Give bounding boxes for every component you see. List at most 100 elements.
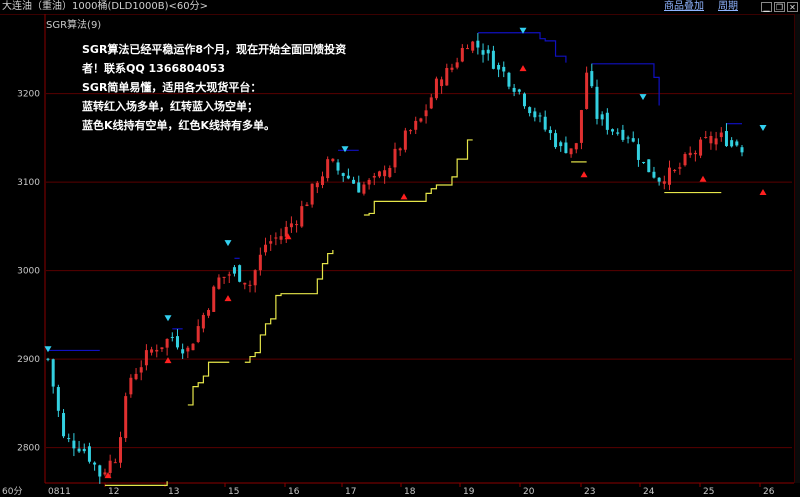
candle-body [279, 236, 283, 240]
candle [243, 282, 247, 290]
candle-body [445, 67, 449, 86]
candle-body [424, 110, 428, 117]
candle [636, 138, 640, 167]
candle [175, 328, 179, 350]
candle [336, 159, 340, 175]
buy-signal-marker [224, 295, 232, 302]
candle-body [491, 50, 495, 69]
candle-body [388, 168, 392, 177]
candle [300, 200, 304, 228]
sell-signal-marker [341, 146, 349, 153]
candle [284, 220, 288, 243]
candle-body [289, 223, 293, 228]
candle [574, 142, 578, 154]
candle [144, 344, 148, 371]
candle [134, 368, 138, 381]
candle [352, 176, 356, 184]
sell-signal-marker [639, 94, 647, 101]
candle [201, 312, 205, 333]
candle-body [714, 138, 718, 145]
candle-body [403, 130, 407, 150]
candle-body [258, 254, 262, 271]
candle [274, 232, 278, 246]
candle-body [72, 440, 76, 449]
candle-body [77, 448, 81, 452]
candle [590, 63, 594, 89]
scrollbar[interactable] [794, 14, 800, 483]
x-tick-label: 15 [228, 487, 239, 497]
strategy-annotation: SGR算法已经平稳运作8个月，现在开始全面回馈投资 者！联系QQ 1366804… [82, 40, 382, 135]
candle [310, 183, 314, 208]
candle-body [440, 79, 444, 87]
candle [730, 137, 734, 148]
candle [533, 107, 537, 122]
candle [46, 357, 50, 362]
candle-body [683, 154, 687, 166]
candle [699, 137, 703, 159]
candle-body [201, 314, 205, 329]
candle-body [559, 142, 563, 147]
candle [82, 443, 86, 454]
candle [398, 147, 402, 156]
candle [569, 148, 573, 158]
candle-body [522, 93, 526, 107]
long-stop-line [187, 361, 230, 406]
candle [440, 76, 444, 94]
candle-body [548, 129, 552, 134]
candle [714, 131, 718, 151]
candle [409, 129, 413, 135]
candle-body [300, 206, 304, 227]
candle-body [243, 282, 247, 285]
candle-body [543, 116, 547, 130]
candle [693, 150, 697, 162]
candle [258, 247, 262, 276]
candle [719, 127, 723, 142]
x-tick-label: 26 [763, 487, 775, 497]
candle [346, 168, 350, 180]
candle-body [113, 462, 117, 464]
candle [207, 308, 211, 319]
annotation-line: 蓝色K线持有空单，红色K线持有多单。 [82, 119, 276, 132]
candle-body [222, 276, 226, 278]
candle-body [647, 159, 651, 173]
candle-body [595, 86, 599, 119]
candle-body [170, 336, 174, 338]
candle [362, 181, 366, 196]
candle-body [165, 338, 169, 348]
x-axis-ticks: 12 13 15 16 17 18 19 20 23 24 25 26 [104, 483, 775, 497]
candle-body [93, 462, 97, 465]
candle [724, 123, 728, 147]
candle-body [605, 112, 609, 130]
candle-body [486, 49, 490, 54]
candle [93, 461, 97, 471]
candle [77, 441, 81, 453]
candle-body [455, 62, 459, 68]
x-tick-label: 17 [345, 487, 356, 497]
candle-body [642, 161, 646, 163]
candle-body [626, 137, 630, 139]
candle [735, 139, 739, 147]
candle [585, 66, 589, 110]
candle-body [175, 336, 179, 348]
candle [155, 344, 159, 358]
candle-body [414, 120, 418, 130]
buy-signal-marker [699, 175, 707, 182]
buy-signal-marker [400, 193, 408, 200]
candle-body [144, 350, 148, 366]
candle [626, 135, 630, 144]
candle [455, 57, 459, 70]
candle [238, 264, 242, 283]
candle-body [471, 41, 475, 51]
candle-body [409, 130, 413, 132]
candle-body [108, 460, 112, 473]
candle [564, 136, 568, 154]
candle-body [699, 139, 703, 156]
candle-body [357, 182, 361, 193]
candle-body [331, 158, 335, 162]
candle [191, 343, 195, 351]
candle-body [730, 140, 734, 147]
candle [212, 285, 216, 312]
candle [652, 166, 656, 179]
candle [424, 104, 428, 124]
candle [481, 43, 485, 63]
